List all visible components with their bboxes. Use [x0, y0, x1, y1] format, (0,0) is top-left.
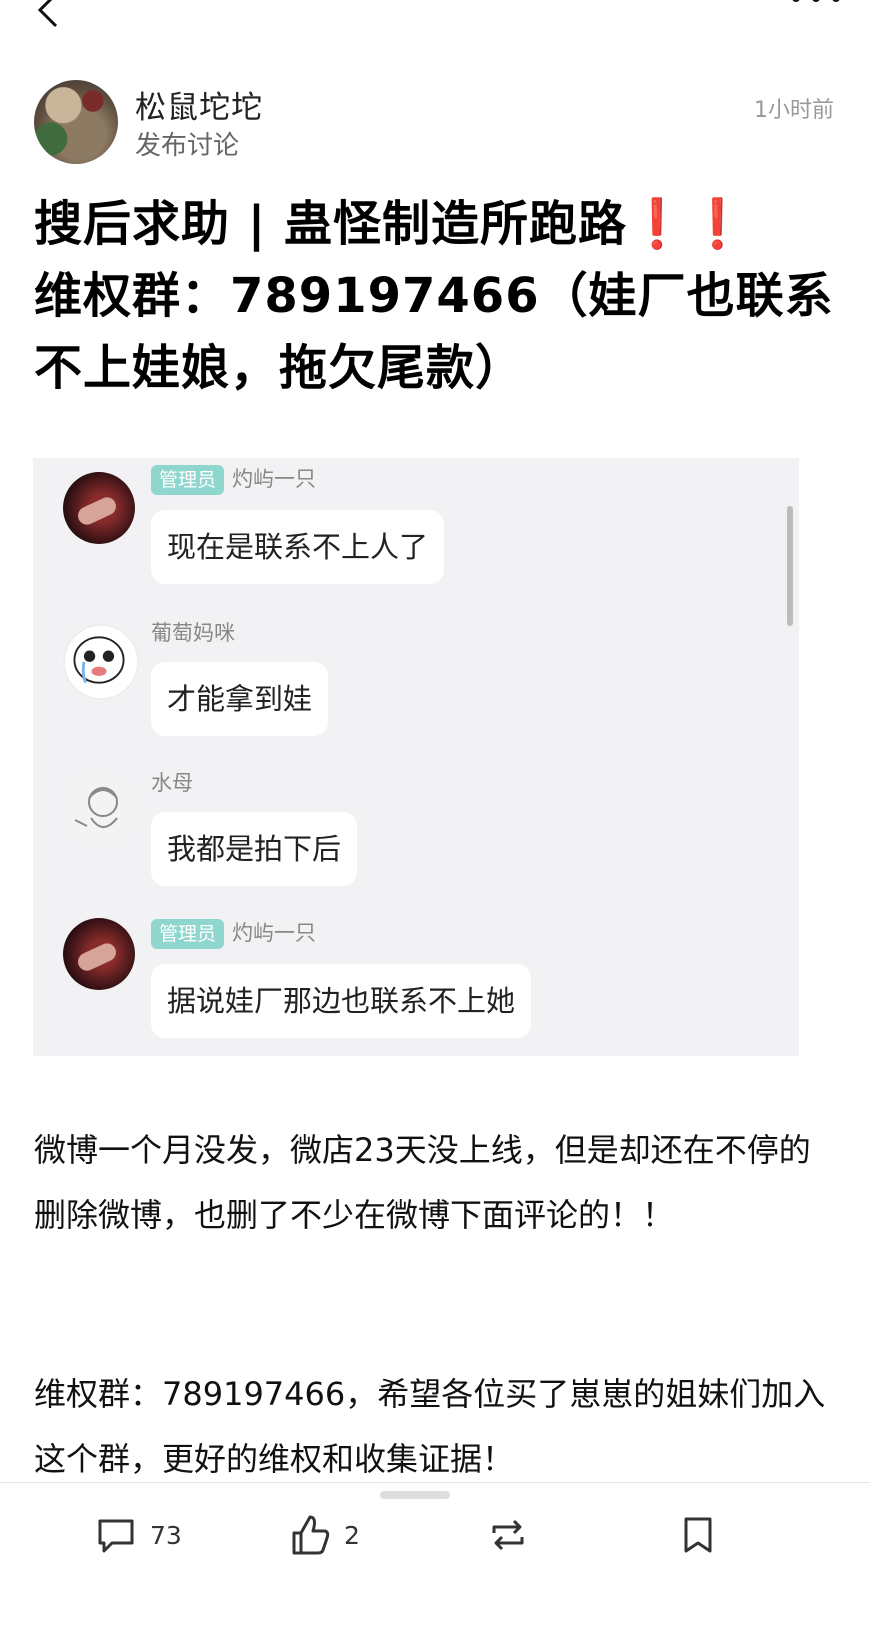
chat-bubble: 我都是拍下后	[151, 812, 358, 886]
chat-username: 水母	[151, 771, 193, 795]
chat-bubble: 据说娃厂那边也联系不上她	[151, 964, 532, 1038]
chat-meta: 水母	[151, 768, 193, 798]
chat-bubble: 现在是联系不上人了	[151, 510, 445, 584]
like-count: 2	[344, 1520, 360, 1550]
post-type: 发布讨论	[135, 131, 240, 161]
admin-badge: 管理员	[151, 919, 225, 949]
like-button[interactable]: 2	[288, 1511, 360, 1559]
comment-button[interactable]: 73	[94, 1511, 182, 1559]
chat-meta: 葡萄妈咪	[151, 618, 235, 648]
chat-username: 灼屿一只	[232, 467, 317, 491]
repost-button[interactable]	[486, 1511, 542, 1559]
comment-count: 73	[150, 1520, 182, 1550]
title-line2: 维权群：789197466（娃厂也联系不上娃娘，拖欠尾款）	[34, 268, 834, 396]
bottom-action-bar: 73 2	[0, 1482, 870, 1644]
bookmark-button[interactable]	[676, 1511, 732, 1559]
chat-meta: 管理员 灼屿一只	[151, 464, 317, 495]
avatar	[63, 472, 135, 544]
chat-username: 灼屿一只	[232, 921, 317, 945]
author-header: 松鼠坨坨 发布讨论 1小时前	[34, 80, 834, 170]
chat-username: 葡萄妈咪	[151, 621, 235, 645]
post-paragraph: 微博一个月没发，微店23天没上线，但是却还在不停的删除微博，也删了不少在微博下面…	[34, 1131, 811, 1234]
author-name[interactable]: 松鼠坨坨	[135, 82, 263, 127]
chat-meta: 管理员 灼屿一只	[151, 918, 317, 949]
drag-handle[interactable]	[380, 1491, 450, 1499]
repost-icon	[492, 1519, 524, 1551]
avatar	[63, 624, 139, 700]
like-icon	[292, 1515, 330, 1555]
more-icon[interactable]	[786, 0, 846, 14]
title-text: 搜后求助 | 蛊怪制造所跑路	[34, 196, 627, 252]
avatar	[63, 918, 135, 990]
exclamation-icon: ❗️❗️	[626, 196, 749, 252]
post-paragraph: 维权群：789197466，希望各位买了崽崽的姐妹们加入这个群，更好的维权和收集…	[34, 1375, 826, 1478]
admin-badge: 管理员	[151, 465, 225, 495]
avatar	[63, 774, 135, 846]
top-bar	[0, 0, 870, 40]
back-icon[interactable]	[30, 0, 70, 30]
sketch-person-icon	[74, 787, 118, 828]
post-time: 1小时前	[754, 98, 834, 123]
chat-bubble: 才能拿到娃	[151, 662, 329, 736]
scrollbar	[787, 506, 793, 626]
face-icon	[73, 636, 125, 684]
avatar[interactable]	[34, 80, 118, 164]
post-title: 搜后求助 | 蛊怪制造所跑路❗️❗️ 维权群：789197466（娃厂也联系不上…	[34, 188, 834, 404]
bookmark-icon	[684, 1517, 712, 1553]
chat-screenshot[interactable]: 管理员 灼屿一只 现在是联系不上人了 葡萄妈咪 才能拿到娃 水母 我都是拍下后 …	[33, 458, 799, 1056]
comment-icon	[98, 1519, 134, 1553]
